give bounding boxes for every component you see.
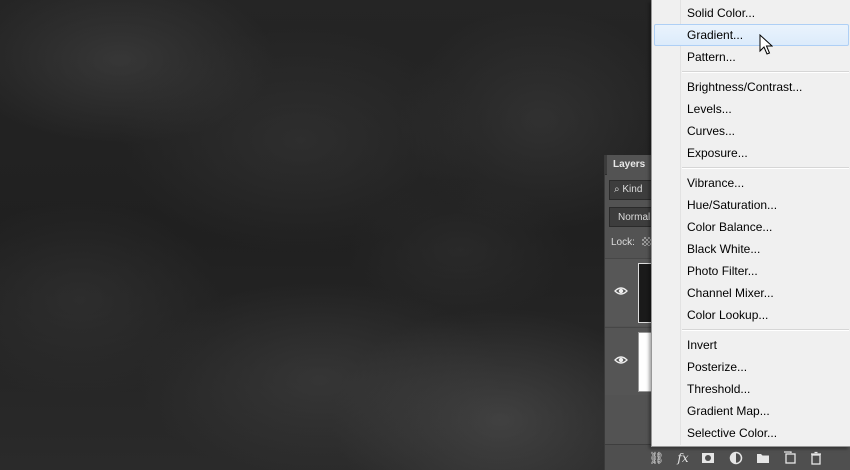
menu-item[interactable]: Color Balance...: [654, 216, 849, 238]
menu-item[interactable]: Exposure...: [654, 142, 849, 164]
menu-item[interactable]: Brightness/Contrast...: [654, 76, 849, 98]
menu-item[interactable]: Solid Color...: [654, 2, 849, 24]
menu-separator: [682, 329, 849, 331]
eye-icon[interactable]: [614, 355, 628, 365]
menu-item[interactable]: Gradient...: [654, 24, 849, 46]
menu-item[interactable]: Channel Mixer...: [654, 282, 849, 304]
new-layer-icon[interactable]: [783, 451, 797, 465]
menu-item[interactable]: Curves...: [654, 120, 849, 142]
menu-item[interactable]: Invert: [654, 334, 849, 356]
menu-item[interactable]: Vibrance...: [654, 172, 849, 194]
menu-separator: [682, 167, 849, 169]
adjustment-layer-menu: Solid Color... Gradient... Pattern... Brigh…: [651, 0, 850, 447]
menu-separator: [682, 71, 849, 73]
menu-item[interactable]: Color Lookup...: [654, 304, 849, 326]
lock-transparent-pixels-icon[interactable]: [641, 237, 651, 246]
layers-footer: ⛓ fx: [605, 444, 850, 470]
menu-item[interactable]: Levels...: [654, 98, 849, 120]
mouse-cursor-icon: [759, 34, 773, 55]
mask-icon[interactable]: [701, 451, 715, 465]
folder-icon[interactable]: [756, 451, 770, 465]
menu-item[interactable]: Pattern...: [654, 46, 849, 68]
tab-layers[interactable]: Layers: [607, 155, 651, 175]
eye-icon[interactable]: [614, 286, 628, 296]
lock-row: Lock:: [611, 237, 651, 248]
trash-icon[interactable]: [809, 451, 823, 465]
kind-label: Kind: [622, 184, 643, 195]
menu-item[interactable]: Gradient Map...: [654, 400, 849, 422]
menu-item[interactable]: Hue/Saturation...: [654, 194, 849, 216]
search-icon: ⌕: [614, 184, 620, 195]
menu-item[interactable]: Threshold...: [654, 378, 849, 400]
menu-item[interactable]: Photo Filter...: [654, 260, 849, 282]
fx-icon[interactable]: fx: [676, 451, 690, 465]
lock-label: Lock:: [611, 237, 635, 248]
link-icon[interactable]: ⛓: [649, 451, 664, 465]
menu-item[interactable]: Black White...: [654, 238, 849, 260]
menu-item[interactable]: Posterize...: [654, 356, 849, 378]
adjustment-icon[interactable]: [729, 451, 743, 465]
menu-item[interactable]: Selective Color...: [654, 422, 849, 444]
